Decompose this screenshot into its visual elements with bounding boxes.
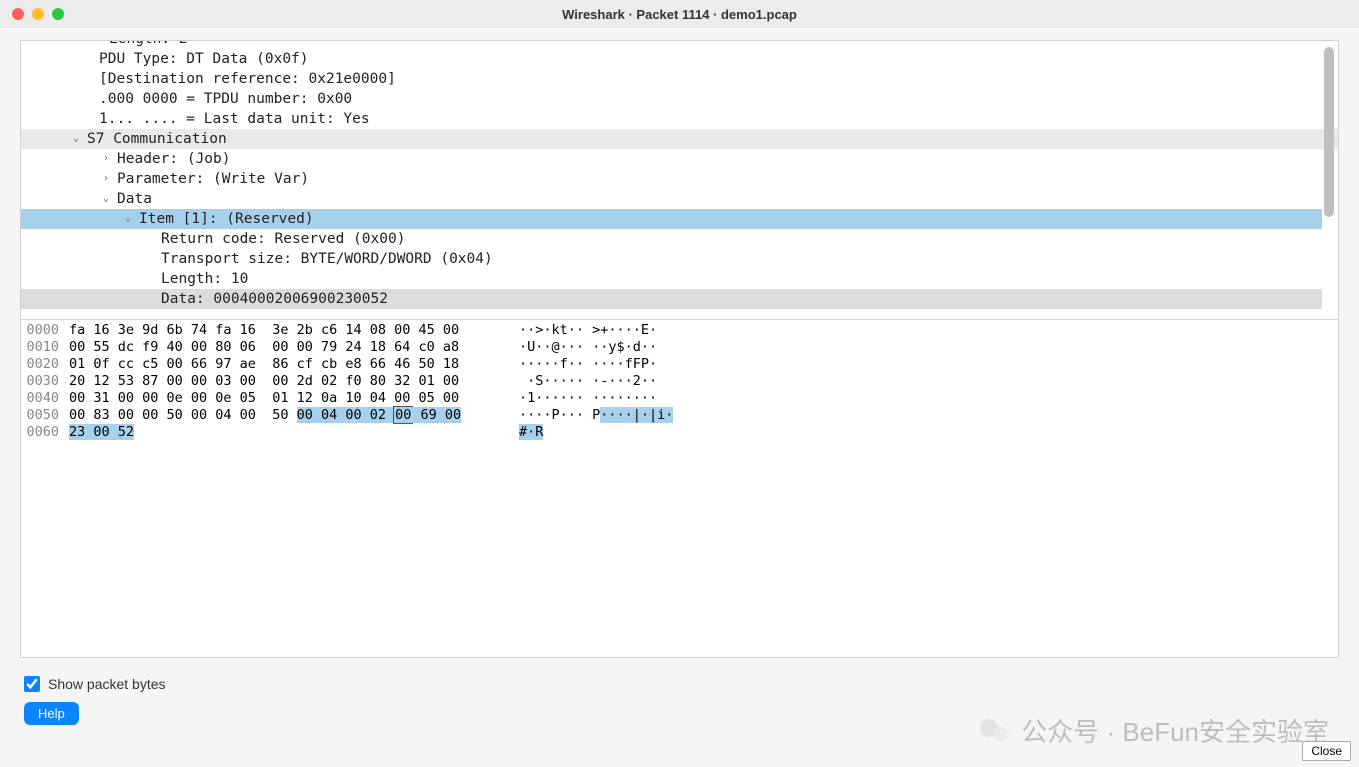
tree-item-data[interactable]: ⌄ Data — [21, 189, 1338, 209]
hex-ascii: ·S····· ·-···2·· — [489, 373, 657, 390]
hex-row[interactable]: 0060 23 00 52 #·R — [21, 424, 1338, 441]
hex-offset: 0020 — [21, 356, 69, 373]
protocol-tree[interactable]: Length: 2 PDU Type: DT Data (0x0f) [Dest… — [21, 41, 1338, 319]
show-packet-bytes-label[interactable]: Show packet bytes — [48, 676, 166, 692]
tree-item-tpdu-number[interactable]: .000 0000 = TPDU number: 0x00 — [21, 89, 1338, 109]
hex-offset: 0040 — [21, 390, 69, 407]
minimize-window-button[interactable] — [32, 8, 44, 20]
hex-ascii: ····P··· P····|·|i· — [489, 407, 673, 424]
tree-label: Parameter: (Write Var) — [117, 169, 309, 189]
titlebar: Wireshark · Packet 1114 · demo1.pcap — [0, 0, 1359, 28]
chevron-down-icon[interactable]: ⌄ — [99, 189, 113, 209]
tree-item-last-data-unit[interactable]: 1... .... = Last data unit: Yes — [21, 109, 1338, 129]
chevron-right-icon[interactable]: › — [99, 169, 113, 189]
hex-row[interactable]: 0020 01 0f cc c5 00 66 97 ae 86 cf cb e8… — [21, 356, 1338, 373]
tree-item-length[interactable]: Length: 2 — [21, 41, 1338, 49]
close-window-button[interactable] — [12, 8, 24, 20]
tree-label: Header: (Job) — [117, 149, 231, 169]
chevron-right-icon[interactable]: › — [99, 149, 113, 169]
hex-offset: 0060 — [21, 424, 69, 441]
window-title: Wireshark · Packet 1114 · demo1.pcap — [0, 7, 1359, 22]
tree-item-header[interactable]: › Header: (Job) — [21, 149, 1338, 169]
chevron-down-icon[interactable]: ⌄ — [69, 129, 83, 149]
tree-label: S7 Communication — [87, 129, 227, 149]
tree-label: Data — [117, 189, 152, 209]
hex-ascii: ·····f·· ····fFP· — [489, 356, 657, 373]
tree-item-pdu-type[interactable]: PDU Type: DT Data (0x0f) — [21, 49, 1338, 69]
packet-detail-panel: Length: 2 PDU Type: DT Data (0x0f) [Dest… — [20, 40, 1339, 658]
hex-offset: 0010 — [21, 339, 69, 356]
hex-ascii: ·U··@··· ··y$·d·· — [489, 339, 657, 356]
hex-ascii: ·1······ ········ — [489, 390, 657, 407]
hex-row[interactable]: 0040 00 31 00 00 0e 00 0e 05 01 12 0a 10… — [21, 390, 1338, 407]
show-packet-bytes-checkbox[interactable] — [24, 676, 40, 692]
tree-label: Item [1]: (Reserved) — [139, 209, 314, 229]
maximize-window-button[interactable] — [52, 8, 64, 20]
hex-row[interactable]: 0030 20 12 53 87 00 00 03 00 00 2d 02 f0… — [21, 373, 1338, 390]
hex-offset: 0050 — [21, 407, 69, 424]
hex-row[interactable]: 0000 fa 16 3e 9d 6b 74 fa 16 3e 2b c6 14… — [21, 322, 1338, 339]
hex-offset: 0000 — [21, 322, 69, 339]
tree-item-transport-size[interactable]: Transport size: BYTE/WORD/DWORD (0x04) — [21, 249, 1338, 269]
traffic-lights — [12, 8, 64, 20]
hex-ascii: ··>·kt·· >+····E· — [489, 322, 657, 339]
tree-item-item-length[interactable]: Length: 10 — [21, 269, 1338, 289]
footer-controls: Show packet bytes — [0, 658, 1359, 692]
hex-row[interactable]: 0050 00 83 00 00 50 00 04 00 50 00 04 00… — [21, 407, 1338, 424]
hex-ascii: #·R — [489, 424, 543, 441]
help-button[interactable]: Help — [24, 702, 79, 725]
tree-item-data-value[interactable]: Data: 00040002006900230052 — [21, 289, 1322, 309]
close-button[interactable]: Close — [1302, 741, 1351, 761]
hex-dump[interactable]: 0000 fa 16 3e 9d 6b 74 fa 16 3e 2b c6 14… — [21, 319, 1338, 657]
tree-item-return-code[interactable]: Return code: Reserved (0x00) — [21, 229, 1338, 249]
chevron-down-icon[interactable]: ⌄ — [121, 209, 135, 229]
hex-offset: 0030 — [21, 373, 69, 390]
tree-item-parameter[interactable]: › Parameter: (Write Var) — [21, 169, 1338, 189]
tree-item-s7comm[interactable]: ⌄ S7 Communication — [21, 129, 1338, 149]
tree-item-dest-ref[interactable]: [Destination reference: 0x21e0000] — [21, 69, 1338, 89]
tree-item-item1[interactable]: ⌄ Item [1]: (Reserved) — [21, 209, 1322, 229]
tree-scrollbar[interactable] — [1324, 47, 1334, 217]
hex-row[interactable]: 0010 00 55 dc f9 40 00 80 06 00 00 79 24… — [21, 339, 1338, 356]
